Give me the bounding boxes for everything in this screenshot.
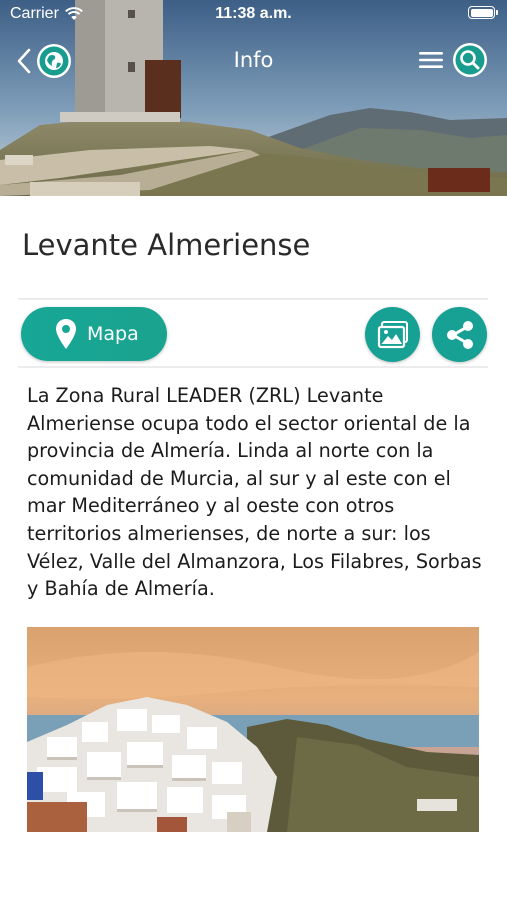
nav-bar: Info <box>0 40 507 80</box>
hamburger-menu-icon <box>419 52 443 68</box>
search-icon <box>453 43 487 77</box>
map-pin-icon <box>56 319 76 349</box>
search-button[interactable] <box>452 42 488 78</box>
page-title: Levante Almeriense <box>22 228 311 262</box>
menu-button[interactable] <box>418 48 444 72</box>
battery-icon <box>468 6 498 19</box>
map-button-label: Mapa <box>87 323 139 345</box>
share-button[interactable] <box>432 307 487 362</box>
map-button[interactable]: Mapa <box>21 307 167 361</box>
gallery-button[interactable] <box>365 307 420 362</box>
status-time: 11:38 a.m. <box>215 5 292 22</box>
description-text: La Zona Rural LEADER (ZRL) Levante Almer… <box>27 384 482 601</box>
divider-bottom <box>18 366 488 368</box>
divider-top <box>18 298 488 300</box>
hero-image <box>0 0 507 196</box>
town-photo <box>27 627 479 832</box>
gallery-icon <box>377 320 408 348</box>
status-bar: Carrier 11:38 a.m. <box>0 0 507 28</box>
share-icon <box>446 320 473 349</box>
